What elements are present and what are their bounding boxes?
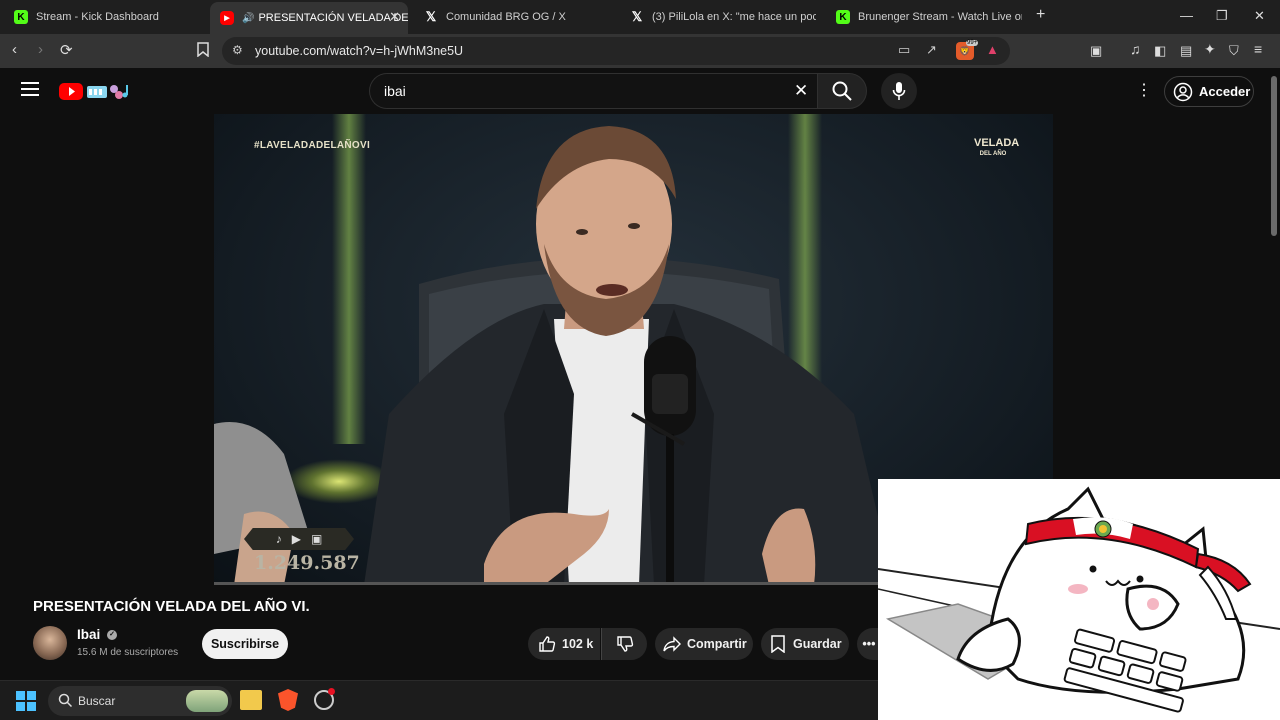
sign-in-label: Acceder [1199, 84, 1251, 99]
windows-taskbar: Buscar [0, 680, 878, 720]
clear-search-icon[interactable]: ✕ [794, 81, 808, 101]
settings-more-icon[interactable]: ⋮ [1136, 80, 1152, 100]
browser-tab-strip: K Stream - Kick Dashboard ▶ 🔊 PRESENTACI… [0, 0, 1280, 34]
search-button[interactable] [817, 73, 867, 109]
channel-avatar[interactable] [33, 626, 67, 660]
save-label: Guardar [793, 637, 842, 651]
forward-icon[interactable]: › [38, 41, 43, 58]
bookmark-icon[interactable] [197, 42, 209, 61]
tab-title: Stream - Kick Dashboard [36, 11, 159, 23]
vpn-icon[interactable]: ⛉ [1229, 43, 1239, 59]
like-count: 102 k [562, 637, 594, 651]
site-info-icon[interactable]: ⚙ [232, 43, 243, 57]
account-icon [1173, 82, 1193, 101]
subscriber-count: 15.6 M de suscriptores [77, 647, 179, 658]
more-icon: ••• [862, 637, 876, 651]
social-platforms-bar: ♪ ▶ ▣ [244, 528, 354, 550]
tiktok-icon: ♪ [275, 532, 282, 546]
wallet-icon[interactable]: ▤ [1180, 43, 1192, 59]
viewer-counter: 1.249.587 [254, 552, 360, 574]
video-title: PRESENTACIÓN VELADA DEL AÑO VI. [33, 598, 310, 615]
tab-title: PRESENTACIÓN VELADA DEL [258, 12, 408, 24]
microphone-icon [892, 82, 906, 100]
reader-mode-icon[interactable]: ▣ [1090, 43, 1102, 59]
notification-dot [328, 688, 335, 695]
tab-kick-dashboard[interactable]: K Stream - Kick Dashboard [4, 4, 210, 30]
restore-icon[interactable]: ❐ [1216, 8, 1228, 24]
dislike-button[interactable] [601, 628, 647, 660]
search-icon [832, 81, 852, 101]
minimize-icon[interactable]: — [1180, 8, 1193, 23]
cast-icon[interactable]: ▭ [898, 42, 910, 58]
shields-count-badge: 99+ [966, 40, 979, 46]
search-highlight-icon [186, 690, 228, 712]
save-button[interactable]: Guardar [761, 628, 849, 660]
x-icon: 𝕏 [631, 9, 643, 24]
channel-name[interactable]: Ibai ✓ [77, 627, 118, 642]
brave-rewards-icon[interactable]: ▲ [986, 42, 999, 57]
share-button[interactable]: Compartir [655, 628, 753, 660]
share-icon [663, 636, 681, 652]
youtube-logo[interactable] [59, 81, 137, 101]
window-close-icon[interactable]: ✕ [1254, 8, 1265, 24]
search-query[interactable]: ibai [384, 83, 406, 99]
url-text[interactable]: youtube.com/watch?v=h-jWhM3ne5U [255, 44, 463, 58]
tab-title: (3) PiliLola en X: "me hace un poco d [652, 11, 816, 23]
windows-start-icon[interactable] [16, 691, 36, 716]
tab-comunidad-brg[interactable]: 𝕏 Comunidad BRG OG / X [414, 4, 614, 30]
tab-title: Comunidad BRG OG / X [446, 11, 566, 23]
youtube-small-icon: ▶ [291, 532, 301, 546]
menu-icon[interactable]: ≡ [1254, 41, 1262, 57]
bongo-cat-illustration [878, 486, 1280, 713]
file-explorer-icon[interactable] [240, 690, 262, 710]
tab-title: Brunenger Stream - Watch Live on Ki [858, 11, 1022, 23]
taskbar-search[interactable]: Buscar [48, 686, 232, 716]
voice-search-button[interactable] [881, 73, 917, 109]
speaker-icon[interactable]: 🔊 [242, 13, 254, 24]
page-scrollbar[interactable] [1268, 68, 1280, 478]
share-page-icon[interactable]: ↗ [926, 42, 937, 58]
sign-in-button[interactable]: Acceder [1164, 76, 1254, 107]
tab-pililola[interactable]: 𝕏 (3) PiliLola en X: "me hace un poco d [620, 4, 816, 30]
close-tab-icon[interactable]: ✕ [389, 9, 400, 25]
bongo-cat-overlay: Q [878, 479, 1280, 720]
address-bar[interactable]: ⚙ youtube.com/watch?v=h-jWhM3ne5U ▭ ↗ 🦁 … [222, 37, 1010, 65]
tab-youtube-video[interactable]: ▶ 🔊 PRESENTACIÓN VELADA DEL ✕ [210, 2, 408, 34]
leo-ai-icon[interactable]: ✦ [1204, 41, 1216, 58]
youtube-icon: ▶ [220, 11, 234, 25]
youtube-masthead: ibai ✕ ⋮ Acceder [0, 68, 1280, 114]
taskbar-search-label: Buscar [78, 694, 116, 708]
thumbs-down-icon [616, 636, 633, 652]
reload-icon[interactable]: ⟳ [60, 41, 73, 59]
verified-icon: ✓ [107, 630, 118, 641]
subscribe-button[interactable]: Suscribirse [202, 629, 288, 659]
back-icon[interactable]: ‹ [12, 41, 17, 58]
guide-menu-icon[interactable] [21, 82, 39, 101]
kick-icon: K [14, 10, 28, 24]
media-icon[interactable]: ♫ [1130, 41, 1141, 57]
x-icon: 𝕏 [425, 9, 437, 24]
thumbs-up-icon [539, 636, 556, 652]
search-icon [58, 693, 73, 712]
brave-browser-icon[interactable] [278, 689, 298, 711]
twitch-icon: ▣ [310, 532, 323, 546]
scrollbar-thumb[interactable] [1271, 76, 1277, 236]
like-button[interactable]: 102 k [528, 628, 600, 660]
sidebar-icon[interactable]: ◧ [1154, 43, 1166, 59]
tab-brunenger-stream[interactable]: K Brunenger Stream - Watch Live on Ki [826, 4, 1022, 30]
kick-icon: K [836, 10, 850, 24]
search-input[interactable]: ibai ✕ [369, 73, 817, 109]
new-tab-icon[interactable]: + [1036, 6, 1045, 24]
channel-name-text[interactable]: Ibai [77, 627, 100, 642]
browser-toolbar: ‹ › ⟳ ⚙ youtube.com/watch?v=h-jWhM3ne5U … [0, 34, 1280, 68]
share-label: Compartir [687, 637, 747, 651]
save-icon [771, 635, 785, 653]
